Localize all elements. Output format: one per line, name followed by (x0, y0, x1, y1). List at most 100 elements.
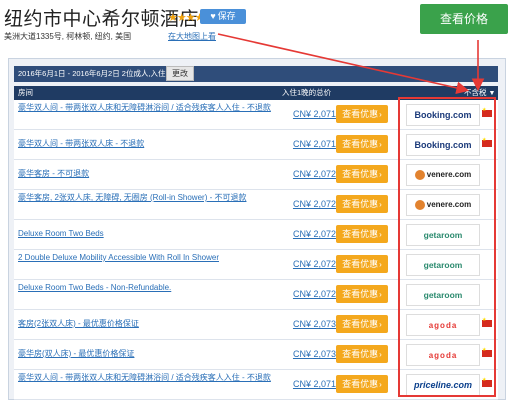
caret-down-icon: ▼ (488, 90, 496, 97)
view-deal-label: 查看优惠 (342, 139, 379, 149)
china-flag-icon (482, 107, 492, 117)
room-price-link[interactable]: CN¥ 2,072 (290, 199, 336, 209)
provider-name: Booking.com (414, 140, 472, 150)
chevron-right-icon: › (379, 380, 382, 389)
offer-row: Deluxe Room Two Beds CN¥ 2,072 查看优惠› getaro… (14, 220, 498, 250)
view-deal-button[interactable]: 查看优惠› (336, 225, 388, 243)
star-rating: ★★★★ (168, 12, 204, 24)
view-deal-label: 查看优惠 (342, 109, 379, 119)
room-name-link[interactable]: 豪华双人间 - 带两张双人床 - 不退款 (18, 139, 288, 149)
provider-name: agoda (428, 351, 458, 360)
provider-logo[interactable]: Booking.com (406, 134, 480, 156)
chevron-right-icon: › (379, 110, 382, 119)
save-label: 保存 (217, 11, 236, 21)
room-name-link[interactable]: 客房(2张双人床) - 最优惠价格保证 (18, 319, 288, 329)
provider-logo[interactable]: getaroom (406, 284, 480, 306)
room-name-link[interactable]: 豪华双人间 - 带两张双人床和无障碍淋浴间 / 适合残疾客人入住 - 不退款 (18, 373, 288, 383)
venere-logo-icon (414, 169, 425, 180)
offer-row: Deluxe Room Two Beds - Non-Refundable. CN… (14, 280, 498, 310)
chevron-right-icon: › (379, 290, 382, 299)
change-dates-button[interactable]: 更改 (166, 66, 194, 81)
chevron-right-icon: › (379, 140, 382, 149)
offer-row: 豪华房(双人床) - 最优惠价格保证 CN¥ 2,073 查看优惠› agoda (14, 340, 498, 370)
column-room: 房间 (18, 88, 33, 97)
provider-logo[interactable]: venere.com (406, 194, 480, 216)
provider-logo[interactable]: getaroom (406, 224, 480, 246)
room-price-link[interactable]: CN¥ 2,071 (290, 379, 336, 389)
view-deal-label: 查看优惠 (342, 349, 379, 359)
provider-name: venere.com (426, 170, 472, 179)
room-price-link[interactable]: CN¥ 2,072 (290, 289, 336, 299)
view-deal-label: 查看优惠 (342, 259, 379, 269)
view-deal-button[interactable]: 查看优惠› (336, 105, 388, 123)
room-price-link[interactable]: CN¥ 2,072 (290, 169, 336, 179)
offer-list: 豪华双人间 - 带两张双人床和无障碍淋浴间 / 适合残疾客人入住 - 不退款 CN… (14, 100, 498, 400)
room-name-link[interactable]: 豪华房(双人床) - 最优惠价格保证 (18, 349, 288, 359)
room-price-link[interactable]: CN¥ 2,071 (290, 139, 336, 149)
offer-row: 客房(2张双人床) - 最优惠价格保证 CN¥ 2,073 查看优惠› agoda (14, 310, 498, 340)
hotel-header: 纽约市中心希尔顿酒店 ★★★★ ♥ 保存 美洲大道1335号, 柯林顿, 纽约, … (0, 0, 512, 60)
room-price-link[interactable]: CN¥ 2,073 (290, 319, 336, 329)
view-deal-button[interactable]: 查看优惠› (336, 255, 388, 273)
table-header: 房间 入住1晚的总价 不含税 ▼ (14, 86, 498, 100)
view-deal-button[interactable]: 查看优惠› (336, 135, 388, 153)
room-name-link[interactable]: 豪华客房 - 不可退款 (18, 169, 288, 179)
room-price-link[interactable]: CN¥ 2,072 (290, 229, 336, 239)
provider-logo[interactable]: Booking.com (406, 104, 480, 126)
venere-logo-icon (414, 199, 425, 210)
room-name-link[interactable]: 豪华客房, 2张双人床, 无障碍, 无圈房 (Roll-in Shower) -… (18, 193, 288, 203)
view-deal-button[interactable]: 查看优惠› (336, 165, 388, 183)
offer-row: 2 Double Deluxe Mobility Accessible With… (14, 250, 498, 280)
room-price-link[interactable]: CN¥ 2,071 (290, 109, 336, 119)
china-flag-icon (482, 137, 492, 147)
provider-logo-agoda[interactable]: agoda (406, 344, 480, 366)
view-deal-label: 查看优惠 (342, 229, 379, 239)
china-flag-icon (482, 377, 492, 387)
view-price-button[interactable]: 查看价格 (420, 4, 508, 34)
room-price-link[interactable]: CN¥ 2,073 (290, 349, 336, 359)
chevron-right-icon: › (379, 320, 382, 329)
provider-name: venere.com (426, 200, 472, 209)
offer-row: 豪华客房, 2张双人床, 无障碍, 无圈房 (Roll-in Shower) -… (14, 190, 498, 220)
provider-logo[interactable]: venere.com (406, 164, 480, 186)
offer-row: 豪华客房 - 不可退款 CN¥ 2,072 查看优惠› venere.com (14, 160, 498, 190)
view-deal-label: 查看优惠 (342, 289, 379, 299)
room-name-link[interactable]: Deluxe Room Two Beds - Non-Refundable. (18, 283, 288, 293)
provider-logo[interactable]: priceline.com (406, 374, 480, 396)
chevron-right-icon: › (379, 230, 382, 239)
view-deal-button[interactable]: 查看优惠› (336, 315, 388, 333)
map-link[interactable]: 在大地图上看 (168, 31, 216, 42)
provider-logo-agoda[interactable]: agoda (406, 314, 480, 336)
view-deal-button[interactable]: 查看优惠› (336, 285, 388, 303)
view-deal-button[interactable]: 查看优惠› (336, 345, 388, 363)
view-deal-label: 查看优惠 (342, 199, 379, 209)
view-deal-button[interactable]: 查看优惠› (336, 375, 388, 393)
chevron-right-icon: › (379, 260, 382, 269)
room-name-link[interactable]: 豪华双人间 - 带两张双人床和无障碍淋浴间 / 适合残疾客人入住 - 不退款 (18, 103, 288, 113)
chevron-right-icon: › (379, 350, 382, 359)
provider-name: getaroom (423, 290, 463, 300)
column-price: 入住1晚的总价 (282, 88, 332, 97)
room-name-link[interactable]: 2 Double Deluxe Mobility Accessible With… (18, 253, 288, 263)
room-price-link[interactable]: CN¥ 2,072 (290, 259, 336, 269)
china-flag-icon (482, 317, 492, 327)
room-name-link[interactable]: Deluxe Room Two Beds (18, 229, 288, 239)
view-deal-label: 查看优惠 (342, 379, 379, 389)
offer-row: 豪华双人间 - 带两张双人床 - 不退款 CN¥ 2,071 查看优惠› Bookin… (14, 130, 498, 160)
provider-logo[interactable]: getaroom (406, 254, 480, 276)
tax-label: 不含税 (464, 88, 487, 97)
view-deal-button[interactable]: 查看优惠› (336, 195, 388, 213)
hotel-address: 美洲大道1335号, 柯林顿, 纽约, 美国 (4, 32, 132, 41)
offer-row: 豪华双人间 - 带两张双人床和无障碍淋浴间 / 适合残疾客人入住 - 不退款 CN… (14, 370, 498, 400)
view-deal-label: 查看优惠 (342, 169, 379, 179)
chevron-right-icon: › (379, 200, 382, 209)
tax-toggle[interactable]: 不含税 ▼ (464, 86, 495, 101)
save-button[interactable]: ♥ 保存 (200, 9, 246, 24)
view-deal-label: 查看优惠 (342, 319, 379, 329)
heart-icon: ♥ (210, 11, 216, 21)
provider-name: agoda (428, 321, 458, 330)
provider-name: getaroom (423, 230, 463, 240)
provider-name: getaroom (423, 260, 463, 270)
chevron-right-icon: › (379, 170, 382, 179)
provider-name: Booking.com (414, 110, 472, 120)
